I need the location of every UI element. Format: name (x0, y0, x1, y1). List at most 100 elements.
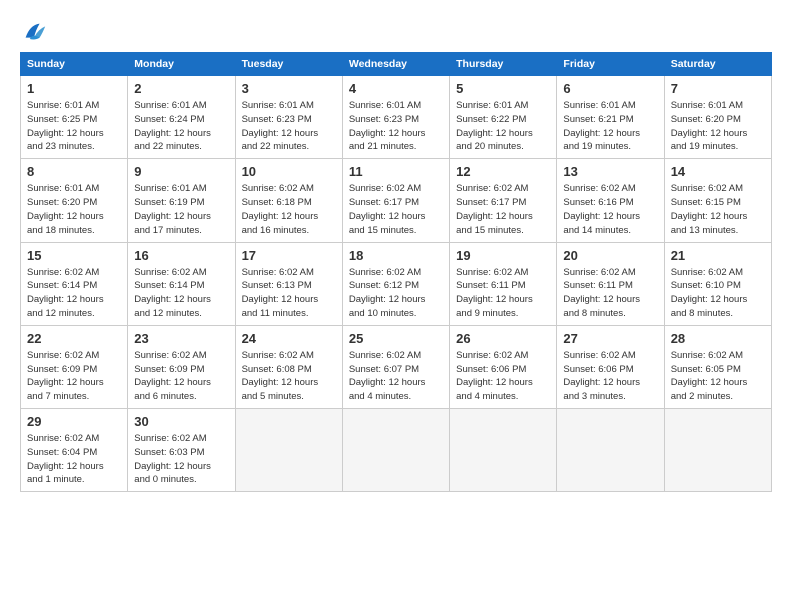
week-row-4: 22Sunrise: 6:02 AM Sunset: 6:09 PM Dayli… (21, 325, 772, 408)
cell-info: Sunrise: 6:02 AM Sunset: 6:03 PM Dayligh… (134, 432, 228, 487)
calendar-cell: 3Sunrise: 6:01 AM Sunset: 6:23 PM Daylig… (235, 76, 342, 159)
calendar-cell: 21Sunrise: 6:02 AM Sunset: 6:10 PM Dayli… (664, 242, 771, 325)
calendar-cell: 22Sunrise: 6:02 AM Sunset: 6:09 PM Dayli… (21, 325, 128, 408)
cell-info: Sunrise: 6:02 AM Sunset: 6:17 PM Dayligh… (456, 182, 550, 237)
cell-info: Sunrise: 6:02 AM Sunset: 6:17 PM Dayligh… (349, 182, 443, 237)
cell-info: Sunrise: 6:01 AM Sunset: 6:19 PM Dayligh… (134, 182, 228, 237)
cell-info: Sunrise: 6:01 AM Sunset: 6:23 PM Dayligh… (349, 99, 443, 154)
calendar-cell: 13Sunrise: 6:02 AM Sunset: 6:16 PM Dayli… (557, 159, 664, 242)
logo (20, 18, 52, 46)
day-number: 10 (242, 163, 336, 181)
calendar-cell: 15Sunrise: 6:02 AM Sunset: 6:14 PM Dayli… (21, 242, 128, 325)
day-number: 12 (456, 163, 550, 181)
cell-info: Sunrise: 6:02 AM Sunset: 6:16 PM Dayligh… (563, 182, 657, 237)
calendar-cell (557, 409, 664, 492)
cell-info: Sunrise: 6:02 AM Sunset: 6:14 PM Dayligh… (27, 266, 121, 321)
calendar-cell: 20Sunrise: 6:02 AM Sunset: 6:11 PM Dayli… (557, 242, 664, 325)
cell-info: Sunrise: 6:02 AM Sunset: 6:11 PM Dayligh… (563, 266, 657, 321)
cell-info: Sunrise: 6:02 AM Sunset: 6:13 PM Dayligh… (242, 266, 336, 321)
col-header-thursday: Thursday (450, 53, 557, 76)
day-number: 26 (456, 330, 550, 348)
cell-info: Sunrise: 6:02 AM Sunset: 6:06 PM Dayligh… (456, 349, 550, 404)
page: SundayMondayTuesdayWednesdayThursdayFrid… (0, 0, 792, 502)
calendar-cell: 16Sunrise: 6:02 AM Sunset: 6:14 PM Dayli… (128, 242, 235, 325)
day-number: 17 (242, 247, 336, 265)
calendar-cell: 7Sunrise: 6:01 AM Sunset: 6:20 PM Daylig… (664, 76, 771, 159)
cell-info: Sunrise: 6:02 AM Sunset: 6:05 PM Dayligh… (671, 349, 765, 404)
calendar-cell: 1Sunrise: 6:01 AM Sunset: 6:25 PM Daylig… (21, 76, 128, 159)
day-number: 13 (563, 163, 657, 181)
day-number: 23 (134, 330, 228, 348)
calendar-cell: 24Sunrise: 6:02 AM Sunset: 6:08 PM Dayli… (235, 325, 342, 408)
day-number: 25 (349, 330, 443, 348)
day-number: 29 (27, 413, 121, 431)
day-number: 9 (134, 163, 228, 181)
col-header-wednesday: Wednesday (342, 53, 449, 76)
cell-info: Sunrise: 6:02 AM Sunset: 6:09 PM Dayligh… (27, 349, 121, 404)
calendar-cell: 6Sunrise: 6:01 AM Sunset: 6:21 PM Daylig… (557, 76, 664, 159)
col-header-monday: Monday (128, 53, 235, 76)
col-header-sunday: Sunday (21, 53, 128, 76)
cell-info: Sunrise: 6:01 AM Sunset: 6:22 PM Dayligh… (456, 99, 550, 154)
cell-info: Sunrise: 6:01 AM Sunset: 6:20 PM Dayligh… (671, 99, 765, 154)
calendar-cell: 19Sunrise: 6:02 AM Sunset: 6:11 PM Dayli… (450, 242, 557, 325)
cell-info: Sunrise: 6:02 AM Sunset: 6:04 PM Dayligh… (27, 432, 121, 487)
calendar-cell (342, 409, 449, 492)
day-number: 27 (563, 330, 657, 348)
calendar-cell: 29Sunrise: 6:02 AM Sunset: 6:04 PM Dayli… (21, 409, 128, 492)
cell-info: Sunrise: 6:01 AM Sunset: 6:21 PM Dayligh… (563, 99, 657, 154)
cell-info: Sunrise: 6:02 AM Sunset: 6:15 PM Dayligh… (671, 182, 765, 237)
cell-info: Sunrise: 6:01 AM Sunset: 6:25 PM Dayligh… (27, 99, 121, 154)
cell-info: Sunrise: 6:02 AM Sunset: 6:12 PM Dayligh… (349, 266, 443, 321)
calendar-cell (450, 409, 557, 492)
calendar-cell: 8Sunrise: 6:01 AM Sunset: 6:20 PM Daylig… (21, 159, 128, 242)
calendar-cell: 11Sunrise: 6:02 AM Sunset: 6:17 PM Dayli… (342, 159, 449, 242)
cell-info: Sunrise: 6:02 AM Sunset: 6:11 PM Dayligh… (456, 266, 550, 321)
calendar-cell: 25Sunrise: 6:02 AM Sunset: 6:07 PM Dayli… (342, 325, 449, 408)
header-row: SundayMondayTuesdayWednesdayThursdayFrid… (21, 53, 772, 76)
col-header-friday: Friday (557, 53, 664, 76)
calendar-cell: 9Sunrise: 6:01 AM Sunset: 6:19 PM Daylig… (128, 159, 235, 242)
week-row-2: 8Sunrise: 6:01 AM Sunset: 6:20 PM Daylig… (21, 159, 772, 242)
calendar-table: SundayMondayTuesdayWednesdayThursdayFrid… (20, 52, 772, 492)
day-number: 16 (134, 247, 228, 265)
calendar-cell: 30Sunrise: 6:02 AM Sunset: 6:03 PM Dayli… (128, 409, 235, 492)
calendar-cell: 26Sunrise: 6:02 AM Sunset: 6:06 PM Dayli… (450, 325, 557, 408)
day-number: 2 (134, 80, 228, 98)
day-number: 22 (27, 330, 121, 348)
cell-info: Sunrise: 6:02 AM Sunset: 6:10 PM Dayligh… (671, 266, 765, 321)
day-number: 5 (456, 80, 550, 98)
week-row-3: 15Sunrise: 6:02 AM Sunset: 6:14 PM Dayli… (21, 242, 772, 325)
day-number: 1 (27, 80, 121, 98)
cell-info: Sunrise: 6:01 AM Sunset: 6:20 PM Dayligh… (27, 182, 121, 237)
week-row-5: 29Sunrise: 6:02 AM Sunset: 6:04 PM Dayli… (21, 409, 772, 492)
cell-info: Sunrise: 6:02 AM Sunset: 6:07 PM Dayligh… (349, 349, 443, 404)
day-number: 28 (671, 330, 765, 348)
calendar-cell: 5Sunrise: 6:01 AM Sunset: 6:22 PM Daylig… (450, 76, 557, 159)
col-header-tuesday: Tuesday (235, 53, 342, 76)
header (20, 18, 772, 46)
cell-info: Sunrise: 6:01 AM Sunset: 6:23 PM Dayligh… (242, 99, 336, 154)
day-number: 4 (349, 80, 443, 98)
cell-info: Sunrise: 6:02 AM Sunset: 6:06 PM Dayligh… (563, 349, 657, 404)
day-number: 19 (456, 247, 550, 265)
logo-icon (20, 18, 48, 46)
col-header-saturday: Saturday (664, 53, 771, 76)
day-number: 6 (563, 80, 657, 98)
day-number: 30 (134, 413, 228, 431)
calendar-cell (235, 409, 342, 492)
calendar-cell: 4Sunrise: 6:01 AM Sunset: 6:23 PM Daylig… (342, 76, 449, 159)
cell-info: Sunrise: 6:02 AM Sunset: 6:09 PM Dayligh… (134, 349, 228, 404)
day-number: 20 (563, 247, 657, 265)
calendar-cell: 17Sunrise: 6:02 AM Sunset: 6:13 PM Dayli… (235, 242, 342, 325)
day-number: 18 (349, 247, 443, 265)
calendar-cell: 28Sunrise: 6:02 AM Sunset: 6:05 PM Dayli… (664, 325, 771, 408)
day-number: 24 (242, 330, 336, 348)
calendar-cell: 2Sunrise: 6:01 AM Sunset: 6:24 PM Daylig… (128, 76, 235, 159)
day-number: 7 (671, 80, 765, 98)
day-number: 21 (671, 247, 765, 265)
calendar-cell: 23Sunrise: 6:02 AM Sunset: 6:09 PM Dayli… (128, 325, 235, 408)
week-row-1: 1Sunrise: 6:01 AM Sunset: 6:25 PM Daylig… (21, 76, 772, 159)
cell-info: Sunrise: 6:02 AM Sunset: 6:08 PM Dayligh… (242, 349, 336, 404)
calendar-cell (664, 409, 771, 492)
